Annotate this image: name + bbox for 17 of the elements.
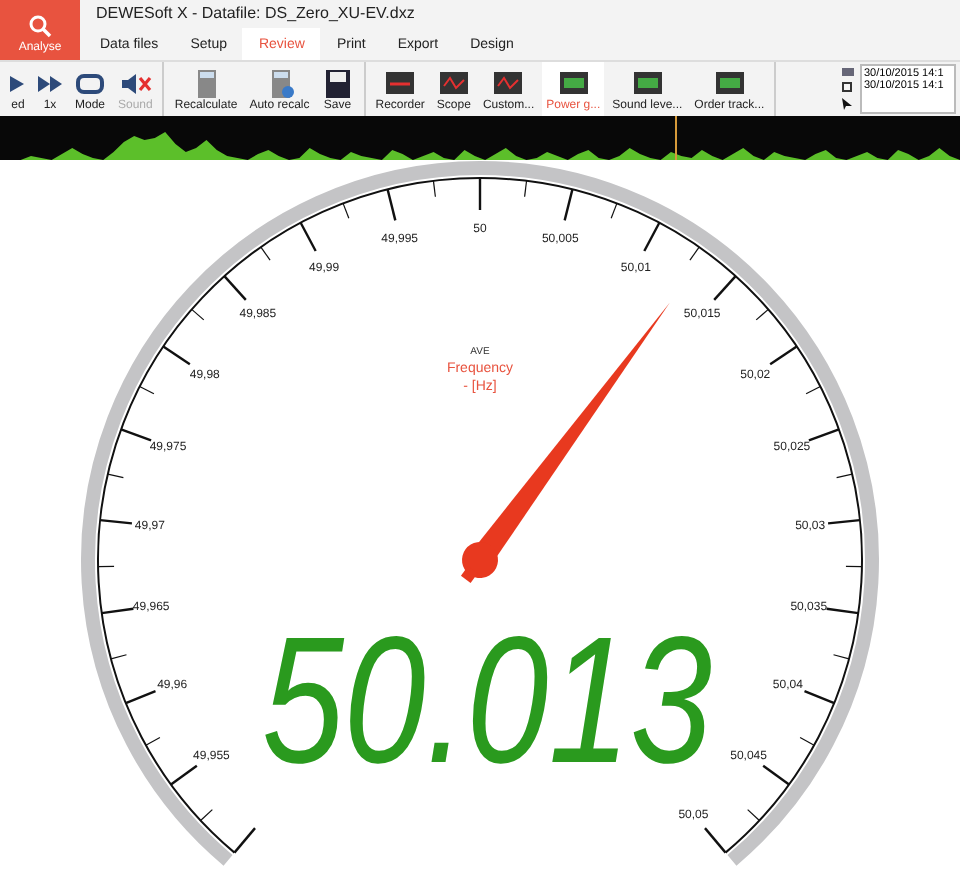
waveform-overview-drawing[interactable] [0, 116, 960, 160]
loop-icon [74, 70, 106, 98]
list-icon[interactable] [842, 67, 854, 76]
scope-icon [437, 70, 470, 98]
search-icon [28, 14, 52, 38]
play-icon [10, 70, 26, 98]
digital-reading: 50.013 [262, 602, 713, 802]
window-title: DEWESoft X - Datafile: DS_Zero_XU-EV.dxz [94, 2, 417, 26]
digital-display-icon [713, 70, 746, 98]
recorder-icon [384, 70, 417, 98]
digital-display-icon [557, 70, 590, 98]
cursor-icon[interactable] [842, 98, 852, 111]
digital-display-icon [631, 70, 664, 98]
fast-forward-icon [38, 70, 62, 98]
muted-speaker-icon [119, 70, 152, 98]
scope-icon [492, 70, 525, 98]
page-icon[interactable] [842, 81, 852, 92]
